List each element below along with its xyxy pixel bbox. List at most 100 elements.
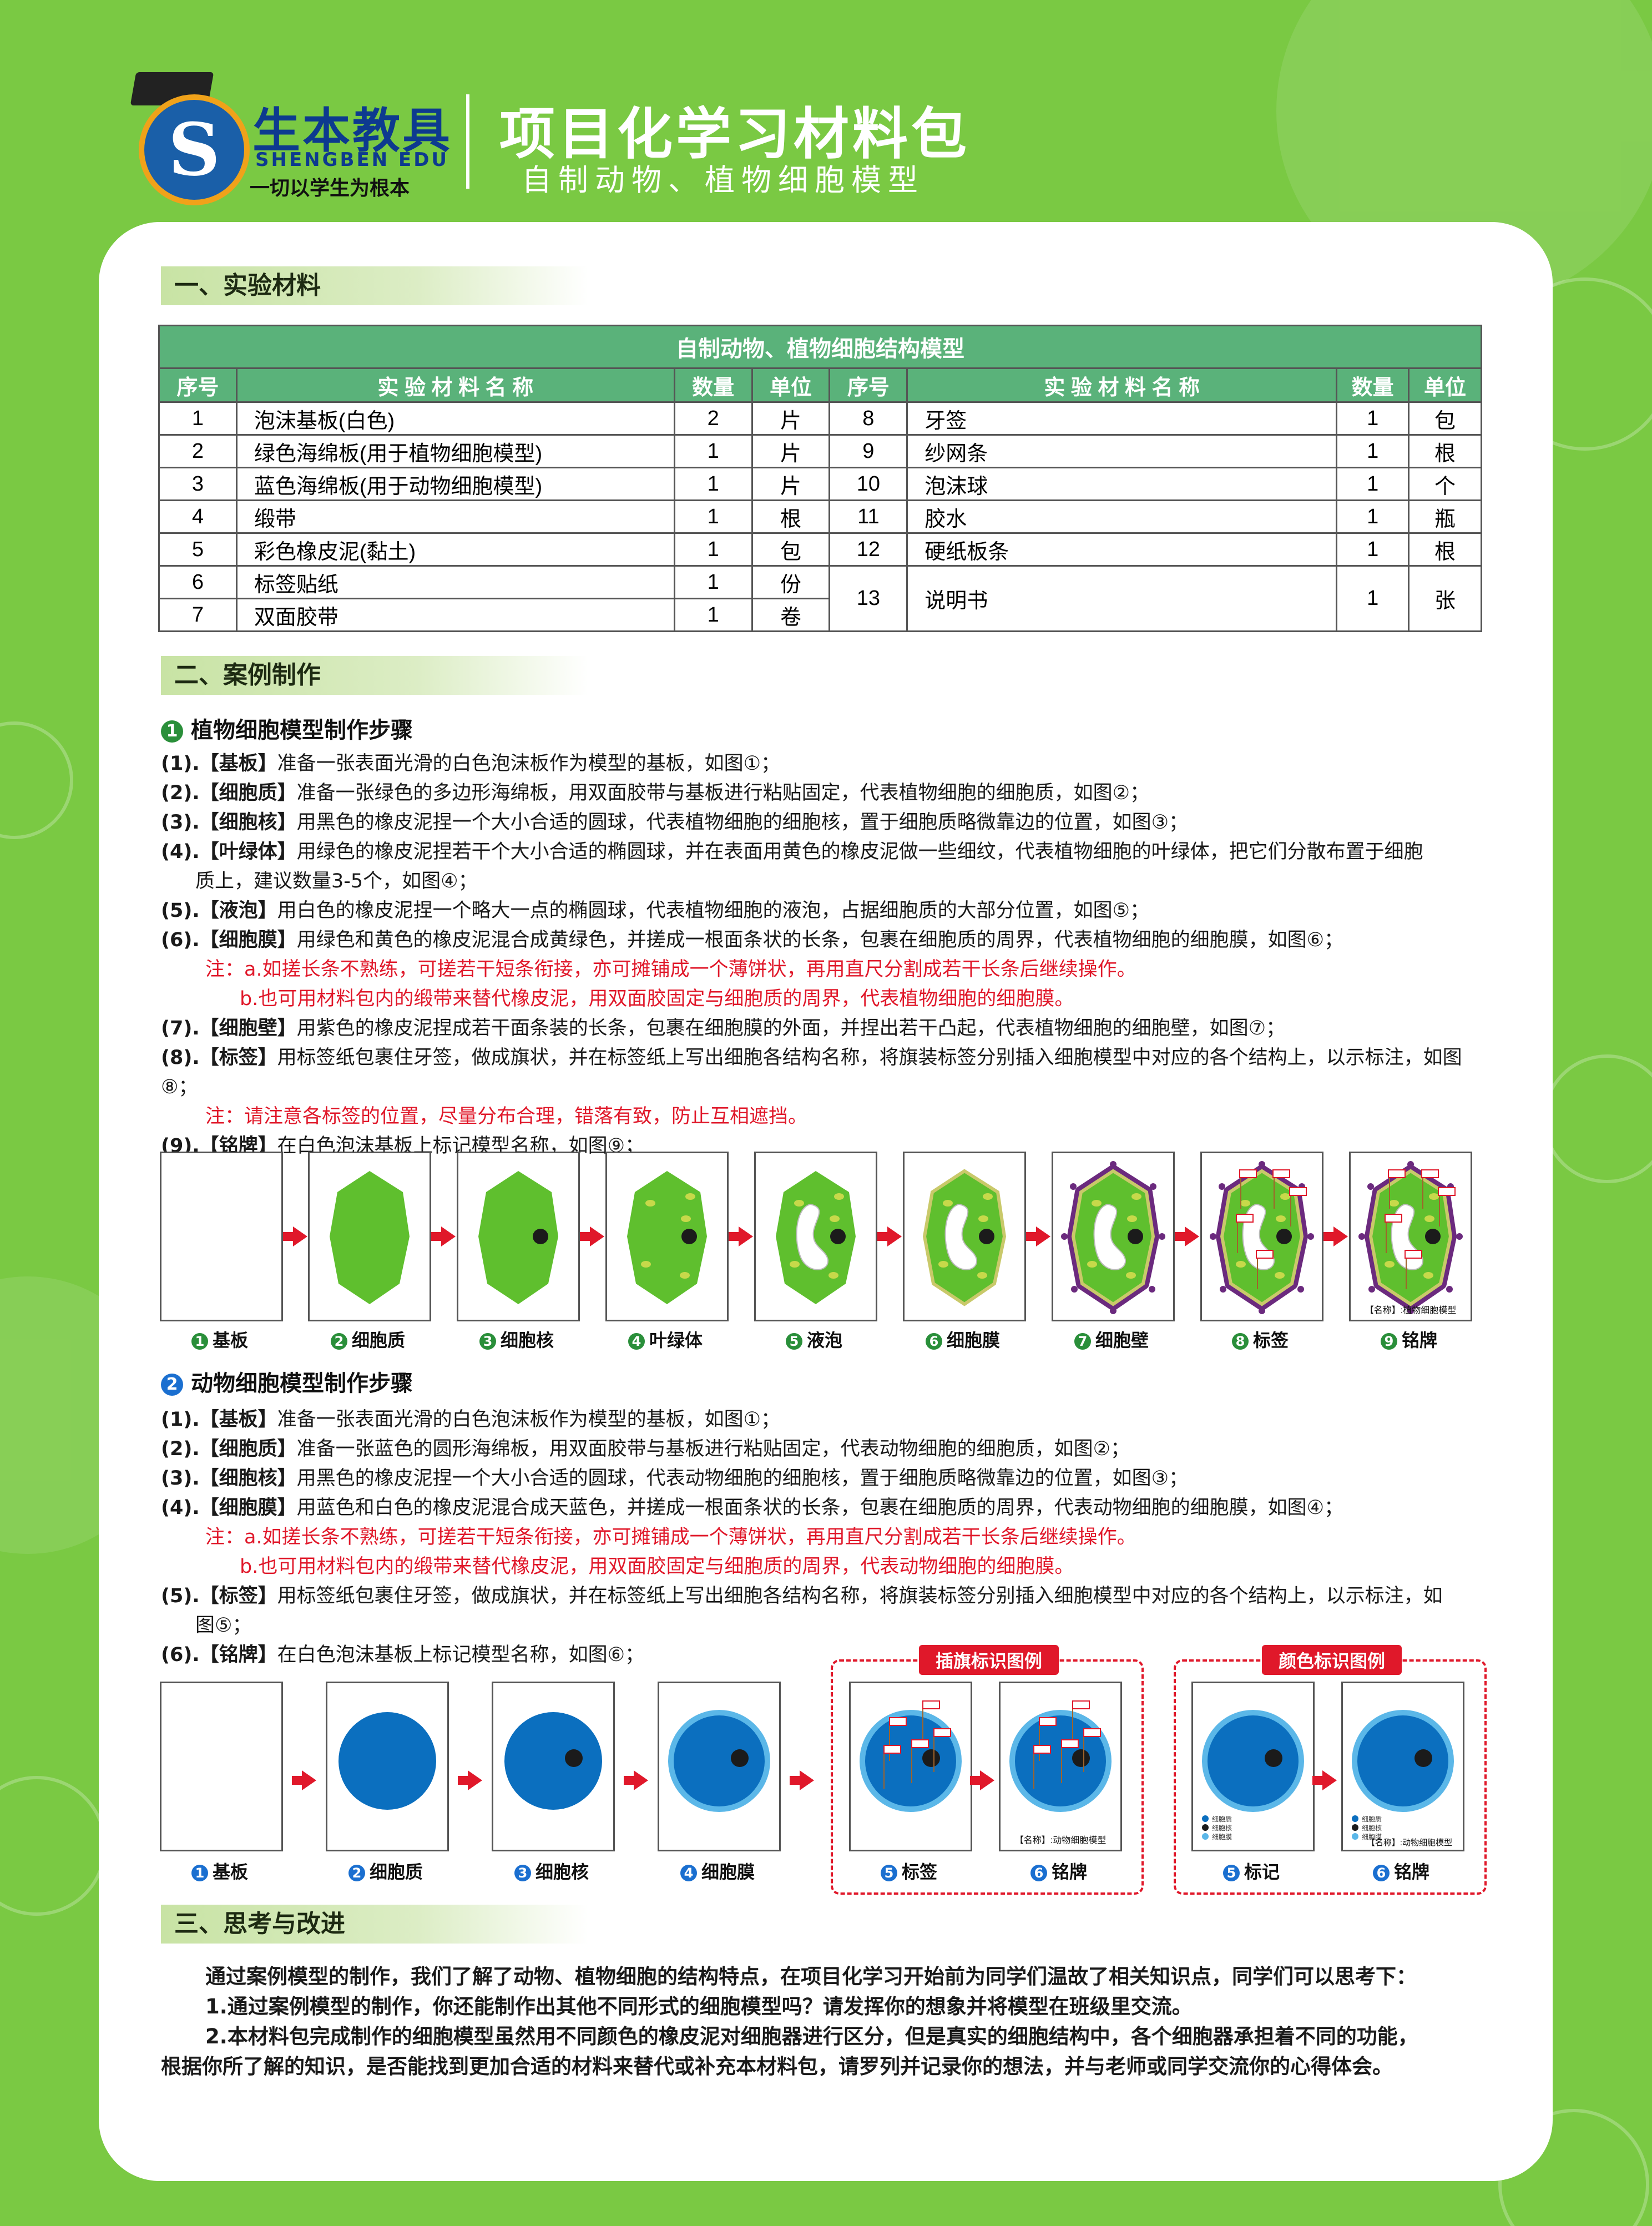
step-number-icon: 7 (1074, 1333, 1091, 1350)
plant-step-panel-drawing (161, 1153, 281, 1320)
animal-step-panel-drawing (668, 1710, 770, 1812)
step-line: (1).【基板】准备一张表面光滑的白色泡沫板作为模型的基板，如图①； (161, 753, 781, 775)
step-number-icon: 9 (1380, 1333, 1397, 1350)
arrow-right-icon (283, 1226, 307, 1246)
plant-steps-heading: 1 植物细胞模型制作步骤 (161, 712, 413, 744)
plant-step-panel (457, 1152, 580, 1321)
page-header: S 生本教具 SHENGBEN EDU 一切以学生为根本 项目化学习材料包 自制… (122, 55, 1010, 205)
plant-step-panel-drawing: 【名称】:植物细胞模型 (1358, 1161, 1463, 1315)
flag-legend-box: 插旗标识图例 (831, 1645, 1144, 1895)
step-line: (6).【细胞膜】用绿色和黄色的橡皮泥混合成黄绿色，并搓成一根面条状的长条，包裹… (161, 929, 1344, 951)
step-number-2-icon: 2 (161, 1374, 183, 1396)
step-line: (2).【细胞质】准备一张绿色的多边形海绵板，用双面胶带与基板进行粘贴固定，代表… (161, 782, 1150, 804)
table-row: 2 绿色海绵板(用于植物细胞模型) 1 片 9 纱网条 1 根 (158, 434, 1482, 468)
table-caption: 自制动物、植物细胞结构模型 (158, 325, 1482, 369)
section-heading-materials: 一、实验材料 (161, 266, 588, 305)
reflection-intro: 通过案例模型的制作，我们了解了动物、植物细胞的结构特点，在项目化学习开始前为同学… (205, 1965, 1417, 1988)
diagram-caption: 1 基板 (160, 1858, 280, 1884)
diagram-caption: 4 细胞膜 (658, 1858, 777, 1884)
step-number-icon: 5 (785, 1333, 802, 1350)
step-line: (8).【标签】用标签纸包裹住牙签，做成旗状，并在标签纸上写出细胞各结构名称，将… (161, 1047, 1462, 1098)
arrow-right-icon (1175, 1226, 1199, 1246)
step-number-icon: 3 (479, 1333, 496, 1350)
plant-step-panel-drawing (478, 1171, 558, 1304)
plant-step-panel-drawing (330, 1171, 410, 1304)
diagram-caption: 2 细胞质 (308, 1326, 428, 1352)
reflection-question-2-cont: 根据你所了解的知识，是否能找到更加合适的材料来替代或补充本材料包，请罗列并记录你… (161, 2055, 1393, 2078)
plant-steps: (1).【基板】准备一张表面光滑的白色泡沫板作为模型的基板，如图①； (2).【… (161, 749, 1493, 1161)
color-legend-title: 颜色标识图例 (1262, 1645, 1402, 1675)
plant-step-panel (160, 1152, 283, 1321)
table-header-row: 序号实 验 材 料 名 称数量 单位 序号实 验 材 料 名 称数量 单位 (158, 367, 1482, 403)
diagram-caption: 3 细胞核 (457, 1326, 577, 1352)
step-number-icon: 8 (1231, 1333, 1249, 1350)
diagram-caption: 5 液泡 (754, 1326, 874, 1352)
step-number-icon: 1 (191, 1865, 208, 1881)
step-line: (4).【叶绿体】用绿色的橡皮泥捏若干个大小合适的椭圆球，并在表面用黄色的橡皮泥… (161, 841, 1423, 863)
step-number-icon: 6 (925, 1333, 942, 1350)
note-line: 注：a.如搓长条不熟练，可搓若干短条衔接，亦可摊铺成一个薄饼状，再用直尺分割成若… (205, 1526, 1136, 1548)
section-heading-think: 三、思考与改进 (161, 1905, 588, 1944)
step-line: (3).【细胞核】用黑色的橡皮泥捏一个大小合适的圆球，代表植物细胞的细胞核，置于… (161, 811, 1189, 834)
plant-step-panel-drawing (1210, 1161, 1314, 1314)
arrow-right-icon (431, 1226, 456, 1246)
step-line: (7).【细胞壁】用紫色的橡皮泥捏成若干面条装的长条，包裹在细胞膜的外面，并捏出… (161, 1017, 1286, 1039)
note-line: b.也可用材料包内的缎带来替代橡皮泥，用双面胶固定与细胞质的周界，代表动物细胞的… (240, 1556, 1074, 1578)
animal-steps-heading: 2 动物细胞模型制作步骤 (161, 1365, 413, 1397)
table-row: 6 标签贴纸 1 份 13 说明书 1 张 (158, 565, 1482, 632)
brand-logo: S (139, 94, 250, 205)
arrow-right-icon (790, 1770, 814, 1790)
step-line: (1).【基板】准备一张表面光滑的白色泡沫板作为模型的基板，如图①； (161, 1409, 781, 1431)
arrow-right-icon (1026, 1226, 1050, 1246)
arrow-right-icon (624, 1770, 648, 1790)
step-line: (3).【细胞核】用黑色的橡皮泥捏一个大小合适的圆球，代表动物细胞的细胞核，置于… (161, 1467, 1189, 1490)
reflection-question-1: 1.通过案例模型的制作，你还能制作出其他不同形式的细胞模型吗？请发挥你的想象并将… (205, 1995, 1193, 2018)
flag-legend-title: 插旗标识图例 (919, 1645, 1059, 1675)
table-row: 4 缎带 1 根 11 胶水 1 瓶 (158, 499, 1482, 534)
step-line: 图⑤； (195, 1614, 252, 1637)
animal-step-panel (658, 1682, 781, 1851)
step-number-1-icon: 1 (161, 720, 183, 743)
brand-name-en: SHENGBEN EDU (255, 149, 449, 171)
plant-step-panel (1200, 1152, 1323, 1321)
step-line: (5).【液泡】用白色的橡皮泥捏一个略大一点的椭圆球，代表植物细胞的液泡，占据细… (161, 900, 1150, 922)
diagram-caption: 8 标签 (1200, 1326, 1320, 1352)
plant-step-panel (308, 1152, 431, 1321)
diagram-caption: 7 细胞壁 (1052, 1326, 1171, 1352)
arrow-right-icon (580, 1226, 604, 1246)
step-number-icon: 3 (514, 1865, 531, 1881)
step-line: (5).【标签】用标签纸包裹住牙签，做成旗状，并在标签纸上写出细胞各结构名称，将… (161, 1585, 1443, 1607)
color-legend-box: 颜色标识图例 (1174, 1645, 1487, 1895)
step-line: 质上，建议数量3-5个，如图④； (195, 870, 478, 892)
animal-step-panel (326, 1682, 449, 1851)
animal-steps: (1).【基板】准备一张表面光滑的白色泡沫板作为模型的基板，如图①； (2).【… (161, 1405, 1493, 1670)
brand-slogan: 一切以学生为根本 (250, 177, 410, 200)
animal-step-panel-drawing (504, 1712, 602, 1810)
header-divider (466, 94, 469, 189)
plant-step-panel-drawing (776, 1171, 856, 1304)
step-line: (2).【细胞质】准备一张蓝色的圆形海绵板，用双面胶带与基板进行粘贴固定，代表动… (161, 1438, 1130, 1460)
reflection-question-2: 2.本材料包完成制作的细胞模型虽然用不同颜色的橡皮泥对细胞器进行区分，但是真实的… (205, 2025, 1418, 2048)
note-line: 注：请注意各标签的位置，尽量分布合理，错落有致，防止互相遮挡。 (205, 1106, 808, 1128)
step-line: (4).【细胞膜】用蓝色和白色的橡皮泥混合成天蓝色，并搓成一根面条状的长条，包裹… (161, 1497, 1344, 1519)
plant-step-panel (605, 1152, 729, 1321)
diagram-caption: 4 叶绿体 (605, 1326, 725, 1352)
plant-step-panel (1052, 1152, 1175, 1321)
nameplate-text: 【名称】:植物细胞模型 (1365, 1305, 1456, 1315)
reflection-text: 通过案例模型的制作，我们了解了动物、植物细胞的结构特点，在项目化学习开始前为同学… (161, 1962, 1482, 2082)
section-heading-cases: 二、案例制作 (161, 656, 588, 695)
table-row: 3 蓝色海绵板(用于动物细胞模型) 1 片 10 泡沫球 1 个 (158, 467, 1482, 501)
diagram-caption: 9 铭牌 (1349, 1326, 1469, 1352)
diagram-caption: 2 细胞质 (326, 1858, 446, 1884)
diagram-caption: 1 基板 (160, 1326, 280, 1352)
plant-step-panel-drawing (922, 1169, 1007, 1306)
animal-step-panel (492, 1682, 615, 1851)
arrow-right-icon (877, 1226, 902, 1246)
table-row: 5 彩色橡皮泥(黏土) 1 包 12 硬纸板条 1 根 (158, 532, 1482, 567)
step-number-icon: 2 (348, 1865, 365, 1881)
animal-step-panel-drawing (161, 1683, 281, 1850)
arrow-right-icon (729, 1226, 753, 1246)
diagram-caption: 6 细胞膜 (903, 1326, 1023, 1352)
arrow-right-icon (292, 1770, 316, 1790)
note-line: b.也可用材料包内的缎带来替代橡皮泥，用双面胶固定与细胞质的周界，代表植物细胞的… (240, 988, 1074, 1010)
